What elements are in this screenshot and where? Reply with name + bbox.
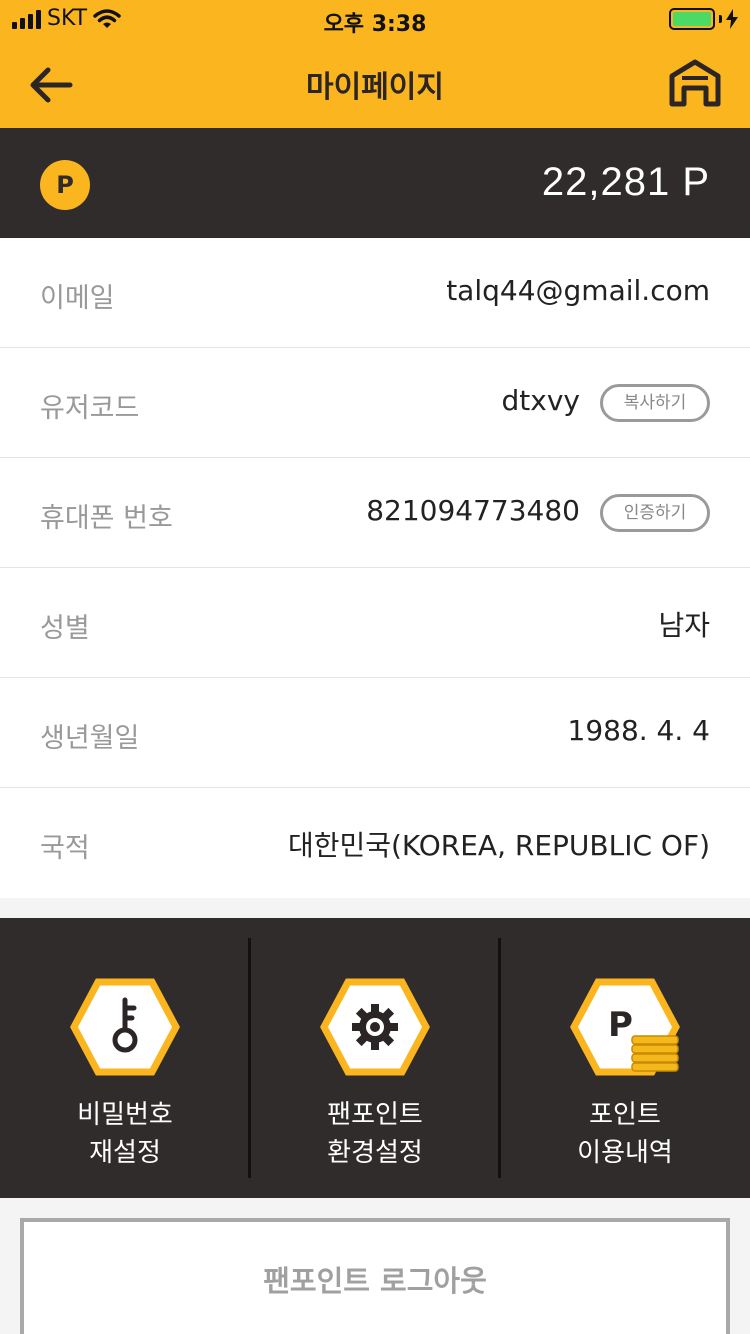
birthdate-label: 생년월일: [40, 723, 140, 754]
phone-value: 821094773480: [366, 494, 580, 527]
key-icon: [70, 978, 180, 1076]
home-icon[interactable]: [668, 58, 722, 108]
points-coins-icon: P: [570, 978, 680, 1076]
logout-label: 팬포인트 로그아웃: [263, 1264, 487, 1298]
fanpoint-settings-label: 팬포인트 환경설정: [327, 1100, 423, 1168]
page-title: 마이페이지: [306, 70, 444, 105]
phone-row: 휴대폰 번호 821094773480 인증하기: [0, 458, 750, 568]
email-row: 이메일 talq44@gmail.com: [0, 238, 750, 348]
profile-info-list: 이메일 talq44@gmail.com 유저코드 dtxvy 복사하기 휴대폰…: [0, 238, 750, 898]
user-code-label: 유저코드: [40, 393, 140, 424]
status-bar: SKT 오후 3:38: [0, 0, 750, 40]
fanpoint-settings-button[interactable]: 팬포인트 환경설정: [250, 918, 501, 1198]
birthdate-row: 생년월일 1988. 4. 4: [0, 678, 750, 788]
status-time: 오후 3:38: [323, 12, 427, 37]
gender-label: 성별: [40, 613, 90, 644]
nationality-row: 국적 대한민국(KOREA, REPUBLIC OF): [0, 788, 750, 898]
points-balance: 22,281 P: [541, 160, 710, 204]
gender-value: 남자: [658, 609, 710, 642]
nationality-value: 대한민국(KOREA, REPUBLIC OF): [287, 829, 710, 862]
app-header: 마이페이지: [0, 40, 750, 128]
birthdate-value: 1988. 4. 4: [567, 714, 711, 747]
reset-password-button[interactable]: 비밀번호 재설정: [0, 918, 251, 1198]
copy-button[interactable]: 복사하기: [600, 384, 710, 422]
point-history-button[interactable]: P 포인트 이용내역: [500, 918, 750, 1198]
user-code-value: dtxvy: [501, 384, 580, 417]
top-bar: SKT 오후 3:38 마이페이지: [0, 0, 750, 128]
charging-icon: [726, 9, 738, 29]
nationality-label: 국적: [40, 833, 90, 864]
logout-button[interactable]: 팬포인트 로그아웃: [20, 1218, 730, 1334]
phone-label: 휴대폰 번호: [40, 503, 173, 534]
point-history-label: 포인트 이용내역: [577, 1100, 673, 1168]
svg-text:P: P: [608, 1005, 633, 1045]
points-badge-icon: P: [40, 160, 90, 210]
action-menu: 비밀번호 재설정 팬포인트 환경설정 P 포인트 이용내역: [0, 918, 750, 1198]
points-balance-bar: P 22,281 P: [0, 128, 750, 238]
verify-button[interactable]: 인증하기: [600, 494, 710, 532]
user-code-row: 유저코드 dtxvy 복사하기: [0, 348, 750, 458]
reset-password-label: 비밀번호 재설정: [77, 1100, 173, 1168]
gender-row: 성별 남자: [0, 568, 750, 678]
email-value: talq44@gmail.com: [446, 274, 710, 307]
battery-icon: [669, 8, 738, 30]
gear-icon: [320, 978, 430, 1076]
email-label: 이메일: [40, 283, 115, 314]
